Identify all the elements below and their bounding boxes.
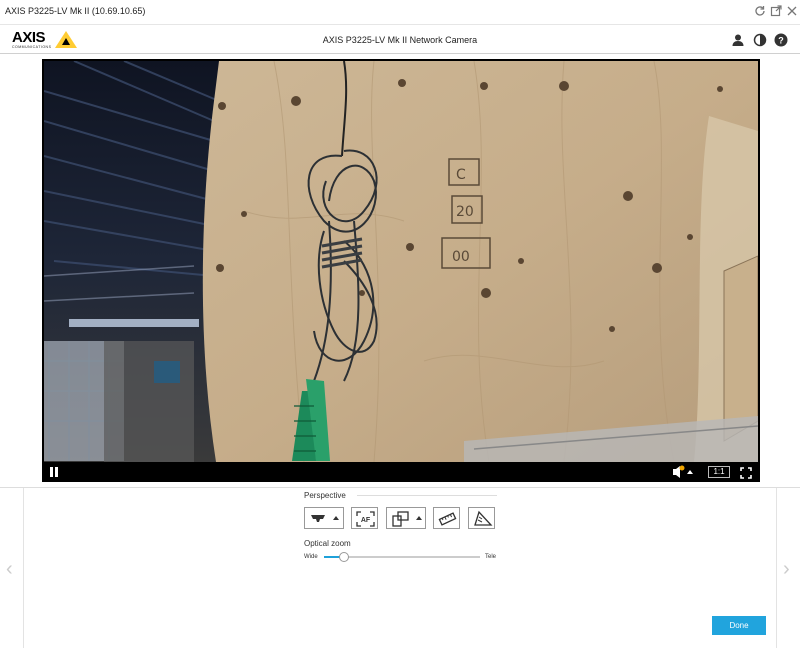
- svg-text:?: ?: [778, 36, 784, 46]
- level-horizon-button[interactable]: [468, 507, 495, 529]
- dropdown-arrow-icon: [333, 516, 339, 520]
- open-external-icon[interactable]: [770, 5, 782, 19]
- autofocus-label: AF: [361, 517, 371, 524]
- optical-zoom-handle[interactable]: [339, 552, 350, 562]
- app-header: AXIS COMMUNICATIONS AXIS P3225-LV Mk II …: [0, 26, 800, 54]
- contrast-icon[interactable]: [753, 33, 767, 47]
- fullscreen-icon[interactable]: [740, 466, 752, 479]
- autofocus-button[interactable]: AF: [351, 507, 378, 529]
- angle-icon: [474, 510, 493, 526]
- help-icon[interactable]: ?: [774, 33, 788, 47]
- svg-text:C: C: [456, 167, 466, 183]
- close-icon[interactable]: [786, 5, 798, 19]
- refresh-icon[interactable]: [754, 5, 766, 19]
- svg-text:00: 00: [452, 249, 470, 265]
- video-viewer[interactable]: C 20 00 1:1: [42, 59, 760, 482]
- camera-live-image[interactable]: C 20 00: [44, 61, 758, 462]
- zoom-wide-label: Wide: [304, 554, 318, 560]
- svg-text:20: 20: [456, 204, 474, 220]
- rotate-icon: [392, 515, 402, 527]
- zoom-tele-label: Tele: [485, 554, 497, 560]
- next-arrow-icon[interactable]: ›: [783, 558, 790, 581]
- window-title: AXIS P3225-LV Mk II (10.69.10.65): [5, 6, 146, 16]
- speaker-dropdown-icon[interactable]: [672, 465, 696, 479]
- optical-zoom-label: Optical zoom: [304, 539, 351, 548]
- ruler-icon: [438, 512, 457, 526]
- perspective-heading: Perspective: [304, 491, 346, 500]
- user-icon[interactable]: [731, 33, 745, 47]
- left-side-panel: ‹: [0, 488, 24, 648]
- window-titlebar: AXIS P3225-LV Mk II (10.69.10.65): [0, 0, 800, 25]
- previous-arrow-icon[interactable]: ‹: [6, 558, 13, 581]
- panel-divider: [0, 487, 800, 488]
- ceiling-mount-icon: [311, 515, 325, 522]
- right-side-panel: ›: [776, 488, 800, 648]
- focus-window-button[interactable]: [433, 507, 460, 529]
- perspective-divider: [357, 495, 497, 496]
- pause-button[interactable]: [49, 467, 59, 477]
- dropdown-arrow-icon: [416, 516, 422, 520]
- done-button[interactable]: Done: [712, 616, 766, 635]
- logo-subtext: COMMUNICATIONS: [12, 45, 52, 49]
- video-control-bar: 1:1: [44, 462, 758, 482]
- rotate-view-button[interactable]: [386, 507, 426, 529]
- mount-position-button[interactable]: [304, 507, 344, 529]
- ratio-button[interactable]: 1:1: [708, 466, 730, 478]
- page-title: AXIS P3225-LV Mk II Network Camera: [322, 35, 478, 45]
